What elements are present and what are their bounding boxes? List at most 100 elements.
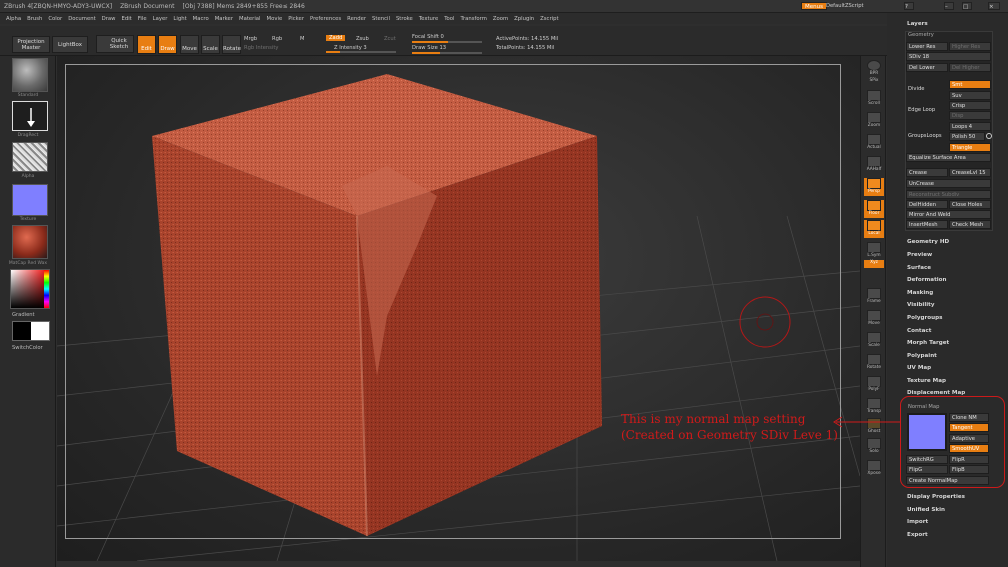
draw-size-slider[interactable]: Draw Size 13 [412,45,446,51]
polyf-button[interactable]: PolyF [864,376,884,394]
masking-section[interactable]: Masking [907,290,933,296]
material-thumbnail[interactable] [12,225,48,259]
rgb-button[interactable]: Rgb [272,36,282,42]
edge-loop-button[interactable]: Edge Loop [908,107,935,113]
menu-zoom[interactable]: Zoom [493,16,508,22]
mirror-and-weld-button[interactable]: Mirror And Weld [906,210,991,219]
menu-marker[interactable]: Marker [215,16,233,22]
zsub-button[interactable]: Zsub [356,36,369,42]
color-picker[interactable] [10,269,50,309]
zcut-button[interactable]: Zcut [384,36,396,42]
geometry-hd-section[interactable]: Geometry HD [907,239,949,245]
polypaint-section[interactable]: Polypaint [907,353,937,359]
geometry-header[interactable]: Geometry [908,32,934,38]
flipb-button[interactable]: FlipB [949,465,989,474]
smt-button[interactable]: Smt [949,80,991,89]
hue-strip[interactable] [44,270,49,308]
local-button[interactable]: Local [864,220,884,238]
menu-stroke[interactable]: Stroke [396,16,413,22]
flipr-button[interactable]: FlipR [949,455,989,464]
switch-color-button[interactable]: SwitchColor [12,345,43,351]
equalize-surface-area-button[interactable]: Equalize Surface Area [906,153,991,162]
draw-mode-button[interactable]: Draw [158,35,177,54]
groupsloops-button[interactable]: GroupsLoops [908,133,942,139]
quick-sketch-button[interactable]: Quick Sketch [96,35,134,53]
menu-macro[interactable]: Macro [193,16,209,22]
import-section[interactable]: Import [907,519,928,525]
polish-circle-icon[interactable] [986,133,992,139]
alpha-thumbnail[interactable] [12,142,48,172]
menu-layer[interactable]: Layer [153,16,168,22]
export-section[interactable]: Export [907,532,928,538]
xyz-button[interactable]: Xyz [864,260,884,268]
rotate-view-button[interactable]: Rotate [864,354,884,372]
zoom-button[interactable]: Zoom [864,112,884,130]
normal-map-thumbnail[interactable] [907,413,947,451]
document-canvas[interactable] [57,56,860,561]
stroke-thumbnail[interactable] [12,101,48,131]
uv-map-section[interactable]: UV Map [907,365,931,371]
uncrease-button[interactable]: UnCrease [906,179,991,188]
lsym-button[interactable]: L.Sym [864,242,884,260]
xpose-button[interactable]: Xpose [864,460,884,478]
solo-button[interactable]: Solo [864,438,884,456]
visibility-section[interactable]: Visibility [907,302,934,308]
bpr-button[interactable]: BPR [864,60,884,78]
help-icon[interactable]: ? [904,2,914,10]
switchrg-button[interactable]: SwitchRG [906,455,948,464]
menu-tool[interactable]: Tool [444,16,454,22]
zadd-button[interactable]: Zadd [326,35,346,41]
menu-edit[interactable]: Edit [122,16,132,22]
maximize-icon[interactable]: □ [962,2,972,10]
persp-button[interactable]: Persp [864,178,884,196]
floor-button[interactable]: Floor [864,200,884,218]
reconstruct-subdiv-button[interactable]: Reconstruct Subdiv [906,190,991,199]
z-intensity-track[interactable] [326,51,396,53]
menu-picker[interactable]: Picker [288,16,304,22]
menu-brush[interactable]: Brush [27,16,42,22]
crisp-button[interactable]: Crisp [949,101,991,110]
menu-light[interactable]: Light [173,16,186,22]
sdiv-slider[interactable]: SDiv 18 [906,52,991,61]
divide-button[interactable]: Divide [908,86,924,92]
move-view-button[interactable]: Move [864,310,884,328]
scale-mode-button[interactable]: Scale [201,35,220,54]
focal-shift-slider[interactable]: Focal Shift 0 [412,34,444,40]
switch-color-swatches[interactable] [12,321,50,341]
insertmesh-button[interactable]: InsertMesh [906,220,948,229]
focal-shift-track[interactable] [412,41,482,43]
clone-nm-button[interactable]: Clone NM [949,413,989,422]
contact-section[interactable]: Contact [907,328,931,334]
unified-skin-section[interactable]: Unified Skin [907,507,945,513]
minimize-icon[interactable]: – [944,2,954,10]
menu-movie[interactable]: Movie [267,16,283,22]
menu-texture[interactable]: Texture [419,16,438,22]
scale-view-button[interactable]: Scale [864,332,884,350]
default-zscript-button[interactable]: DefaultZScript [826,3,864,9]
polish-slider[interactable]: Polish 50 [949,132,985,141]
menu-stencil[interactable]: Stencil [372,16,390,22]
edit-mode-button[interactable]: Edit [137,35,156,54]
menu-draw[interactable]: Draw [102,16,116,22]
crease-level-slider[interactable]: CreaseLvl 15 [949,168,991,177]
menu-transform[interactable]: Transform [461,16,487,22]
del-lower-button[interactable]: Del Lower [906,63,948,72]
menu-preferences[interactable]: Preferences [310,16,341,22]
mrgb-button[interactable]: Mrgb [244,36,257,42]
deformation-section[interactable]: Deformation [907,277,947,283]
m-button[interactable]: M [300,36,304,42]
gradient-button[interactable]: Gradient [12,312,35,318]
menu-zscript[interactable]: Zscript [540,16,558,22]
surface-section[interactable]: Surface [907,265,931,271]
delhidden-button[interactable]: DelHidden [906,200,948,209]
menu-document[interactable]: Document [68,16,95,22]
menu-alpha[interactable]: Alpha [6,16,21,22]
move-mode-button[interactable]: Move [180,35,199,54]
frame-button[interactable]: Frame [864,288,884,306]
polygroups-section[interactable]: Polygroups [907,315,942,321]
flipg-button[interactable]: FlipG [906,465,948,474]
actual-button[interactable]: Actual [864,134,884,152]
higher-res-button[interactable]: Higher Res [949,42,991,51]
lower-res-button[interactable]: Lower Res [906,42,948,51]
check-mesh-button[interactable]: Check Mesh [949,220,991,229]
